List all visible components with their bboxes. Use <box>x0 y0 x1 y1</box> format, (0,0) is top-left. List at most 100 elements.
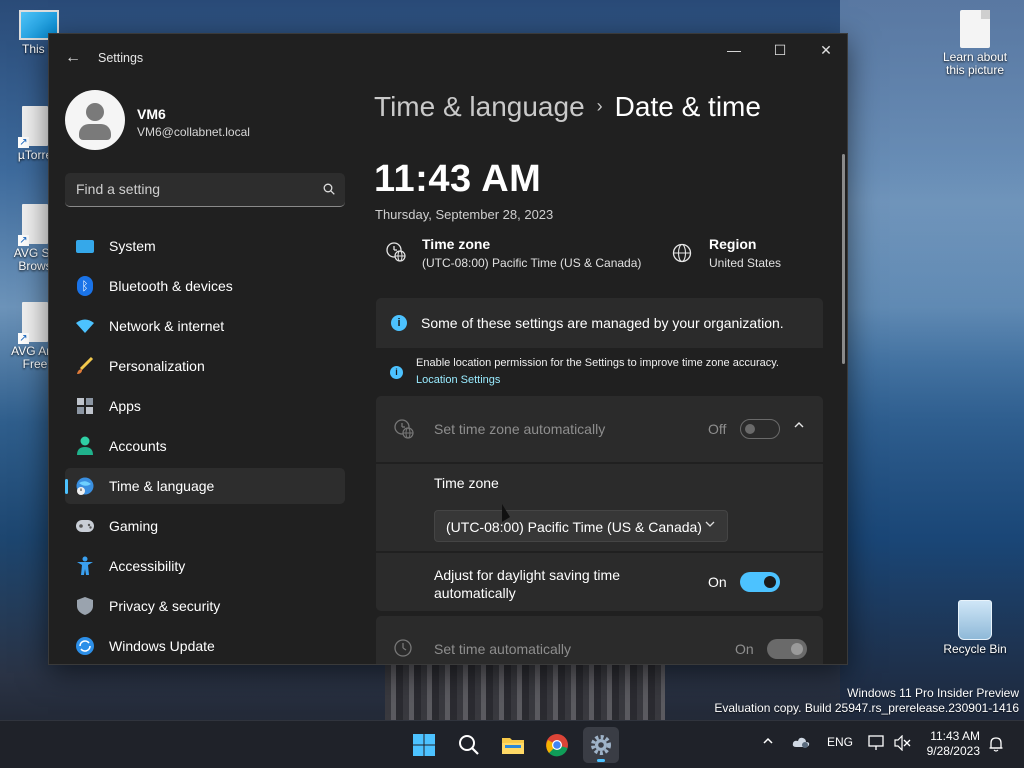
network-icon[interactable] <box>867 735 885 754</box>
region-summary-value: United States <box>709 256 782 270</box>
user-icon <box>86 103 104 121</box>
document-icon <box>960 10 990 48</box>
taskbar: ENG 11:43 AM 9/28/2023 <box>0 720 1024 768</box>
search-icon[interactable] <box>323 183 335 195</box>
system-icon <box>75 236 95 256</box>
sidebar-item-label: Network & internet <box>109 318 225 334</box>
desktop-icon-learn-picture[interactable]: Learn about this picture <box>940 10 1010 77</box>
sidebar-item-system[interactable]: System <box>65 228 345 264</box>
location-notice: i Enable location permission for the Set… <box>376 352 823 394</box>
sidebar-item-label: Personalization <box>109 358 205 374</box>
current-time: 11:43 AM <box>374 158 542 200</box>
chevron-down-icon <box>705 519 715 532</box>
setting-timezone-select: Time zone (UTC-08:00) Pacific Time (US &… <box>376 464 823 551</box>
avatar[interactable] <box>65 90 125 150</box>
account-icon <box>75 436 95 456</box>
shortcut-icon <box>18 204 48 246</box>
time-auto-toggle[interactable] <box>767 639 807 659</box>
accessibility-icon <box>75 556 95 576</box>
sidebar-item-label: Windows Update <box>109 638 215 654</box>
window-title: Settings <box>98 51 144 65</box>
wallpaper-pier <box>385 664 665 722</box>
location-notice-text: Enable location permission for the Setti… <box>416 357 779 369</box>
search-input[interactable] <box>76 173 306 205</box>
timezone-auto-toggle[interactable] <box>740 419 780 439</box>
sidebar-item-gaming[interactable]: Gaming <box>65 508 345 544</box>
sidebar-item-accounts[interactable]: Accounts <box>65 428 345 464</box>
timezone-dropdown-value: (UTC-08:00) Pacific Time (US & Canada) <box>446 519 702 535</box>
clock-icon <box>394 639 412 657</box>
managed-notice-text: Some of these settings are managed by yo… <box>421 315 784 331</box>
start-button[interactable] <box>406 727 442 763</box>
sidebar-item-apps[interactable]: Apps <box>65 388 345 424</box>
sidebar-item-label: Accounts <box>109 438 167 454</box>
timezone-select-label: Time zone <box>434 475 499 491</box>
timezone-summary-value: (UTC-08:00) Pacific Time (US & Canada) <box>422 256 642 270</box>
taskbar-search-button[interactable] <box>451 727 487 763</box>
watermark-line: Evaluation copy. Build 25947.rs_prerelea… <box>714 701 1019 715</box>
chevron-right-icon: › <box>596 96 603 116</box>
breadcrumb: Time & language › Date & time <box>374 91 761 123</box>
back-arrow-icon[interactable]: ← <box>61 46 85 70</box>
watermark-line: Windows 11 Pro Insider Preview <box>847 686 1019 700</box>
sidebar-item-time-language[interactable]: Time & language <box>65 468 345 504</box>
region-summary-title: Region <box>709 236 757 252</box>
taskbar-clock[interactable]: 11:43 AM 9/28/2023 <box>927 729 980 759</box>
minimize-button[interactable]: — <box>711 34 757 66</box>
location-settings-link[interactable]: Location Settings <box>416 374 500 386</box>
taskbar-chrome[interactable] <box>539 727 575 763</box>
current-date: Thursday, September 28, 2023 <box>375 207 554 222</box>
volume-muted-icon[interactable] <box>893 734 911 754</box>
sidebar-item-personalization[interactable]: Personalization <box>65 348 345 384</box>
update-icon <box>75 636 95 656</box>
sidebar-nav: System ᛒ Bluetooth & devices Network & i… <box>65 228 345 664</box>
sidebar-item-bluetooth[interactable]: ᛒ Bluetooth & devices <box>65 268 345 304</box>
desktop-icon-label: µTorre <box>17 148 53 162</box>
sidebar-item-label: Accessibility <box>109 558 186 574</box>
daylight-saving-toggle[interactable] <box>740 572 780 592</box>
settings-window: ← Settings — ☐ ✕ VM6 VM6@collabnet.local… <box>48 33 848 665</box>
setting-timezone-auto[interactable]: Set time zone automatically Off <box>376 396 823 462</box>
info-icon: i <box>391 315 407 331</box>
gear-icon <box>591 735 611 755</box>
taskbar-file-explorer[interactable] <box>495 727 531 763</box>
folder-icon <box>502 738 524 754</box>
language-indicator[interactable]: ENG <box>827 735 853 749</box>
sidebar-item-label: Time & language <box>109 478 215 494</box>
setting-daylight-saving[interactable]: Adjust for daylight saving time automati… <box>376 553 823 611</box>
desktop-icon-recycle-bin[interactable]: Recycle Bin <box>940 600 1010 656</box>
sidebar-item-accessibility[interactable]: Accessibility <box>65 548 345 584</box>
bluetooth-icon: ᛒ <box>75 276 95 296</box>
user-icon-body <box>79 124 111 140</box>
sidebar-item-label: Bluetooth & devices <box>109 278 233 294</box>
taskbar-settings[interactable] <box>583 727 619 763</box>
setting-time-auto[interactable]: Set time automatically On <box>376 616 823 664</box>
scrollbar[interactable] <box>842 154 845 364</box>
breadcrumb-parent[interactable]: Time & language <box>374 91 585 122</box>
profile-name: VM6 <box>137 106 166 122</box>
toggle-state-label: On <box>708 574 727 590</box>
sidebar-item-privacy[interactable]: Privacy & security <box>65 588 345 624</box>
timezone-dropdown[interactable]: (UTC-08:00) Pacific Time (US & Canada) <box>434 510 728 542</box>
onedrive-icon[interactable] <box>792 735 810 752</box>
shield-icon <box>75 596 95 616</box>
title-bar[interactable]: ← Settings — ☐ ✕ <box>49 34 847 82</box>
windows-watermark: Windows 11 Pro Insider Preview Evaluatio… <box>714 686 1019 716</box>
sidebar-item-windows-update[interactable]: Windows Update <box>65 628 345 664</box>
search-box[interactable] <box>65 173 345 207</box>
paintbrush-icon <box>75 356 95 376</box>
search-icon <box>459 735 479 755</box>
desktop-icon-label: Recycle Bin <box>943 642 1007 656</box>
setting-label: Set time automatically <box>434 641 571 657</box>
notification-bell-icon[interactable] <box>988 736 1004 755</box>
chevron-up-icon[interactable] <box>793 418 805 434</box>
maximize-button[interactable]: ☐ <box>757 34 803 66</box>
sidebar-item-label: Gaming <box>109 518 159 534</box>
taskbar-date: 9/28/2023 <box>926 744 980 758</box>
sidebar-item-network[interactable]: Network & internet <box>65 308 345 344</box>
setting-label: Adjust for daylight saving time automati… <box>434 567 620 601</box>
profile-email: VM6@collabnet.local <box>137 125 250 139</box>
toggle-state-label: On <box>735 641 754 657</box>
close-button[interactable]: ✕ <box>803 34 847 66</box>
chevron-up-icon[interactable] <box>762 735 774 750</box>
